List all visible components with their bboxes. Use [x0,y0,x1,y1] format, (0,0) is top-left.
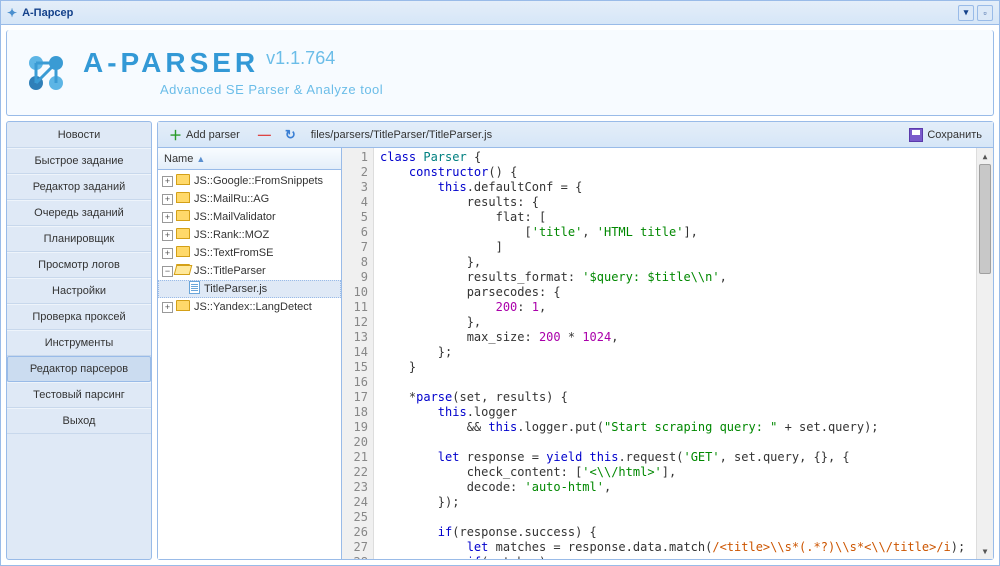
logo-text: A-PARSERv1.1.764 Advanced SE Parser & An… [78,49,383,97]
add-parser-label: Add parser [186,129,240,141]
save-icon [909,128,923,142]
logo-header: A-PARSERv1.1.764 Advanced SE Parser & An… [6,30,994,116]
sidebar-item[interactable]: Новости [7,123,151,148]
minus-icon: — [258,127,271,142]
tree-label: JS::Yandex::LangDetect [194,301,312,313]
scroll-down-icon[interactable]: ▼ [977,543,993,559]
expand-icon[interactable]: + [162,302,173,313]
code-editor[interactable]: 1234567891011121314151617181920212223242… [342,148,993,559]
tree-folder[interactable]: + JS::Rank::MOZ [158,226,341,244]
tree-label: JS::Google::FromSnippets [194,175,323,187]
remove-parser-button[interactable]: — [253,125,280,144]
line-gutter: 1234567891011121314151617181920212223242… [342,148,374,559]
expand-icon[interactable]: + [162,176,173,187]
tree-panel: Name ▲ +JS::Google::FromSnippets+JS::Mai… [158,148,342,559]
tree-label: TitleParser.js [204,283,267,295]
titlebar: ✦ А-Парсер ▾ ▫ [1,1,999,25]
expand-icon[interactable]: + [162,230,173,241]
sidebar: НовостиБыстрое заданиеРедактор заданийОч… [6,121,152,560]
folder-icon [176,228,190,242]
tree-folder[interactable]: + JS::MailValidator [158,208,341,226]
expand-icon[interactable]: + [162,212,173,223]
save-label: Сохранить [927,129,982,141]
tree-label: JS::Rank::MOZ [194,229,269,241]
folder-icon [176,210,190,224]
tree-file[interactable]: TitleParser.js [158,280,341,298]
logo-icon [22,49,70,97]
tree: +JS::Google::FromSnippets+JS::MailRu::AG… [158,170,341,559]
sidebar-item[interactable]: Редактор парсеров [7,356,151,382]
toolbar: ＋ Add parser — ↻ files/parsers/TitlePars… [158,122,993,148]
tree-folder[interactable]: + JS::Yandex::LangDetect [158,298,341,316]
scroll-up-icon[interactable]: ▲ [977,148,993,164]
tree-label: JS::MailRu::AG [194,193,269,205]
window-title: А-Парсер [22,7,73,19]
sidebar-item[interactable]: Проверка проксей [7,304,151,330]
app-icon: ✦ [7,6,17,20]
tree-folder[interactable]: + JS::TextFromSE [158,244,341,262]
scroll-thumb[interactable] [979,164,991,274]
sidebar-item[interactable]: Инструменты [7,330,151,356]
plus-icon: ＋ [169,125,182,144]
refresh-button[interactable]: ↻ [280,125,305,145]
tree-label: JS::TitleParser [194,265,266,277]
sidebar-item[interactable]: Редактор заданий [7,174,151,200]
code-area[interactable]: class Parser { constructor() { this.defa… [374,148,976,559]
file-path: files/parsers/TitleParser/TitleParser.js [311,129,492,141]
sidebar-item[interactable]: Настройки [7,278,151,304]
save-button[interactable]: Сохранить [904,126,987,144]
collapse-icon[interactable]: − [162,266,173,277]
logo-name: A-PARSER [83,49,259,77]
window-maximize-button[interactable]: ▫ [977,5,993,21]
folder-icon [176,174,190,188]
expand-icon[interactable]: + [162,248,173,259]
content-panel: ＋ Add parser — ↻ files/parsers/TitlePars… [157,121,994,560]
folder-icon [176,192,190,206]
logo-subtitle: Advanced SE Parser & Analyze tool [78,82,383,97]
sidebar-item[interactable]: Выход [7,408,151,434]
tree-folder[interactable]: + JS::Google::FromSnippets [158,172,341,190]
refresh-icon: ↻ [285,127,296,143]
tree-folder[interactable]: − JS::TitleParser [158,262,341,280]
sidebar-item[interactable]: Быстрое задание [7,148,151,174]
sidebar-item[interactable]: Тестовый парсинг [7,382,151,408]
scrollbar-vertical[interactable]: ▲ ▼ [976,148,993,559]
tree-header[interactable]: Name ▲ [158,148,341,170]
tree-label: JS::MailValidator [194,211,276,223]
sort-asc-icon: ▲ [196,154,205,164]
window-minimize-button[interactable]: ▾ [958,5,974,21]
logo-version: v1.1.764 [266,49,335,77]
sidebar-item[interactable]: Очередь заданий [7,200,151,226]
folder-icon [176,246,190,260]
add-parser-button[interactable]: ＋ Add parser [164,123,245,146]
expand-icon[interactable]: + [162,194,173,205]
tree-label: JS::TextFromSE [194,247,273,259]
sidebar-item[interactable]: Просмотр логов [7,252,151,278]
tree-header-label: Name [164,153,193,165]
file-icon [189,281,200,297]
folder-icon [176,264,190,278]
tree-folder[interactable]: + JS::MailRu::AG [158,190,341,208]
app-window: ✦ А-Парсер ▾ ▫ A-PARSERv1.1.764 Advanced… [0,0,1000,566]
folder-icon [176,300,190,314]
sidebar-item[interactable]: Планировщик [7,226,151,252]
